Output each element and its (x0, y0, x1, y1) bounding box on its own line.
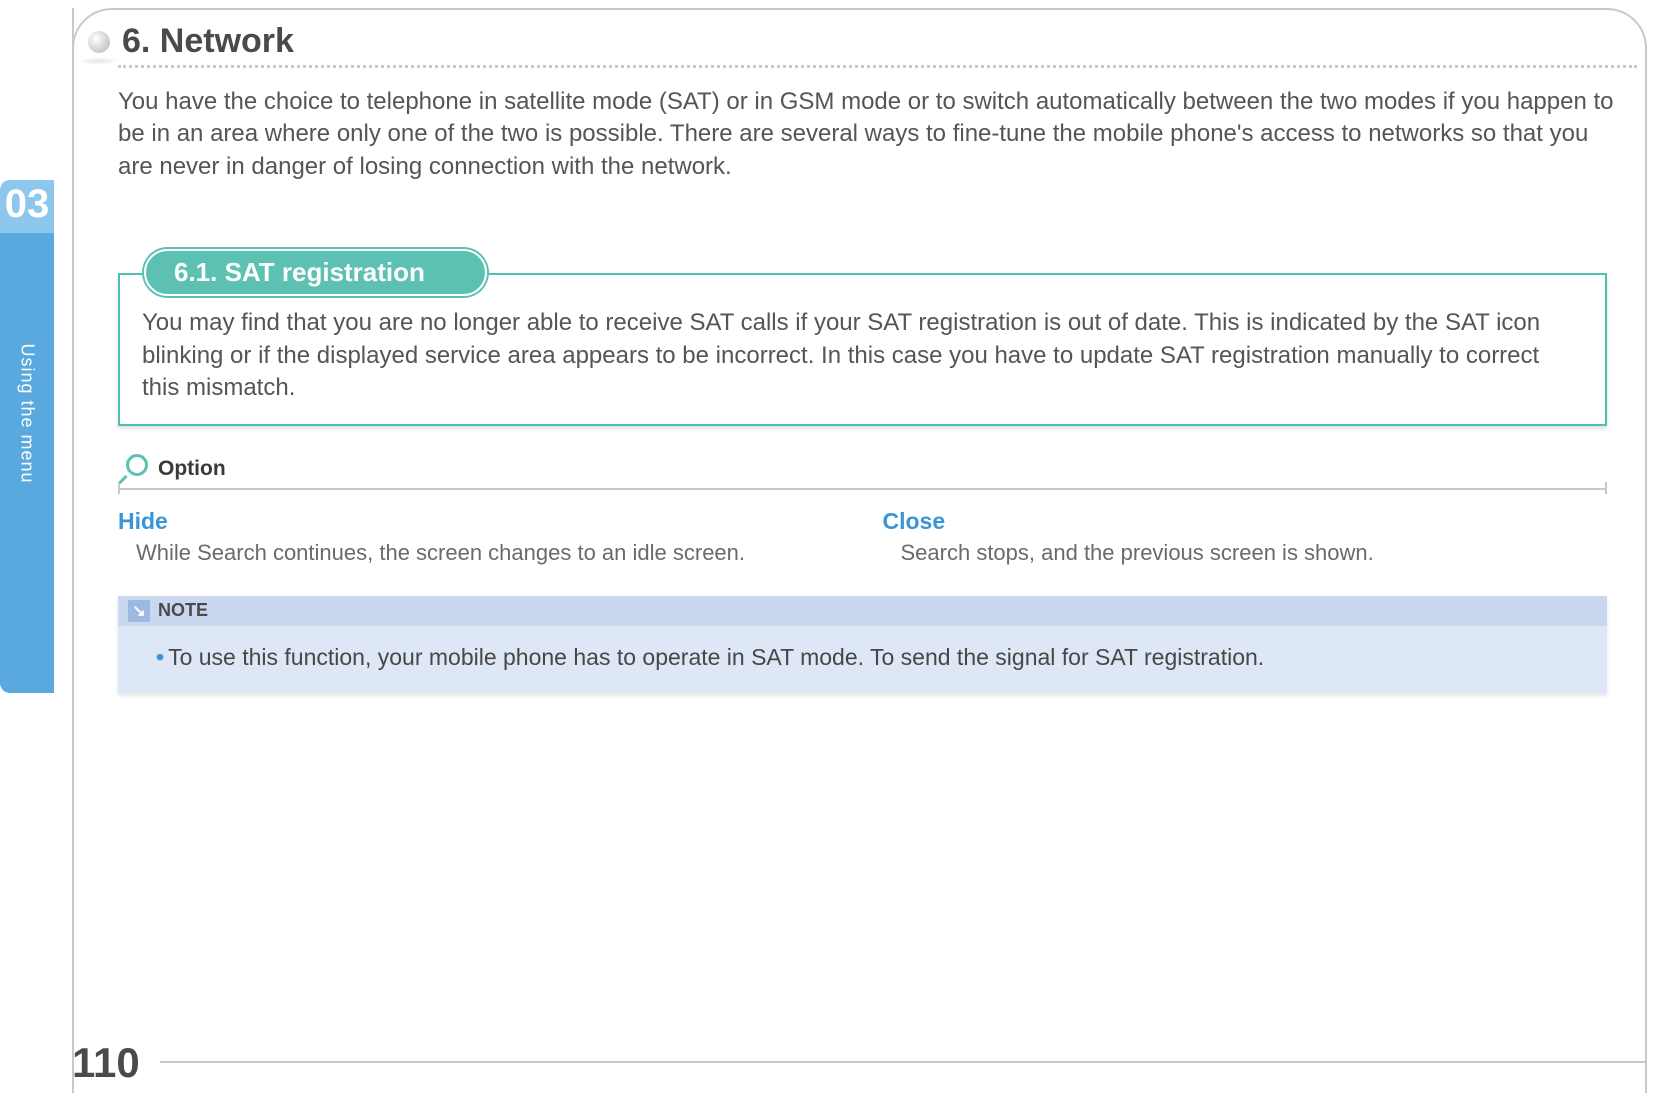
bullet-shadow-icon (79, 57, 119, 65)
note-label: NOTE (158, 600, 208, 621)
dotted-divider (118, 65, 1637, 68)
bullet-icon: • (156, 644, 164, 670)
footer-divider (160, 1061, 1647, 1063)
option-item-hide: Hide While Search continues, the screen … (118, 508, 843, 568)
intro-paragraph: You have the choice to telephone in sate… (118, 86, 1627, 183)
page-heading: 6. Network (122, 22, 294, 61)
content-area: 6. Network You have the choice to teleph… (88, 22, 1637, 693)
chapter-tab: 03 Using the menu (0, 180, 54, 700)
option-header: Option (118, 454, 1607, 490)
sphere-bullet-icon (88, 31, 110, 53)
note-text: To use this function, your mobile phone … (168, 644, 1264, 670)
option-name: Close (883, 508, 1608, 535)
page-spine (72, 8, 74, 1093)
arrow-down-right-icon: ↘ (128, 600, 150, 622)
section-body: You may find that you are no longer able… (142, 307, 1583, 404)
chapter-label-text: Using the menu (17, 343, 38, 483)
option-desc: While Search continues, the screen chang… (136, 539, 833, 568)
page-number: 110 (72, 1039, 140, 1087)
option-name: Hide (118, 508, 843, 535)
option-label: Option (158, 457, 226, 481)
note-header: ↘ NOTE (118, 596, 1607, 626)
section-title-tab: 6.1. SAT registration (144, 249, 487, 296)
note-body: •To use this function, your mobile phone… (118, 626, 1607, 693)
option-item-close: Close Search stops, and the previous scr… (883, 508, 1608, 568)
chapter-number: 03 (0, 180, 54, 233)
note-box: ↘ NOTE •To use this function, your mobil… (118, 596, 1607, 693)
option-block: Option Hide While Search continues, the … (118, 454, 1607, 568)
option-columns: Hide While Search continues, the screen … (118, 508, 1607, 568)
chapter-label: Using the menu (0, 233, 54, 693)
heading-row: 6. Network (88, 22, 1637, 61)
section-callout: 6.1. SAT registration You may find that … (118, 273, 1607, 426)
option-desc: Search stops, and the previous screen is… (901, 539, 1598, 568)
magnifier-icon (118, 454, 148, 484)
